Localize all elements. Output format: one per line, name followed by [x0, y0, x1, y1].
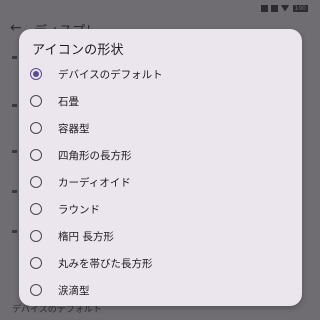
background-fragment: [12, 104, 17, 107]
option-label: 容器型: [58, 122, 90, 135]
icon-shape-dialog: アイコンの形状 デバイスのデフォルト 石畳 容器型 四角形の長方形 カーディオイ…: [19, 29, 302, 306]
wifi-icon: [280, 4, 290, 12]
option-label: 涙滴型: [58, 284, 90, 297]
option-rounded-rectangle[interactable]: 丸みを帯びた長方形: [19, 250, 302, 276]
option-label: 四角形の長方形: [58, 149, 132, 162]
radio-unselected-icon[interactable]: [30, 284, 42, 296]
radio-unselected-icon[interactable]: [30, 176, 42, 188]
radio-unselected-icon[interactable]: [30, 230, 42, 242]
option-teardrop[interactable]: 涙滴型: [19, 277, 302, 303]
option-ellipse-rectangle[interactable]: 楕円 長方形: [19, 223, 302, 249]
background-fragment: [12, 150, 17, 153]
option-label: 石畳: [58, 95, 79, 108]
radio-unselected-icon[interactable]: [30, 122, 42, 134]
signal-icon: [270, 4, 278, 12]
vibrate-icon: [260, 4, 268, 12]
background-fragment: [12, 190, 17, 193]
radio-unselected-icon[interactable]: [30, 203, 42, 215]
option-label: 丸みを帯びた長方形: [58, 257, 153, 270]
option-device-default[interactable]: デバイスのデフォルト: [19, 61, 302, 87]
option-cobblestone[interactable]: 石畳: [19, 88, 302, 114]
dialog-title: アイコンの形状: [32, 43, 124, 58]
radio-selected-icon[interactable]: [30, 68, 42, 80]
option-cardioid[interactable]: カーディオイド: [19, 169, 302, 195]
background-fragment: [12, 230, 17, 233]
option-label: デバイスのデフォルト: [58, 68, 163, 81]
option-vessel[interactable]: 容器型: [19, 115, 302, 141]
radio-unselected-icon[interactable]: [30, 257, 42, 269]
status-bar: 100: [0, 0, 320, 16]
background-fragment: [12, 56, 17, 59]
option-label: 楕円 長方形: [58, 230, 114, 243]
option-squircle[interactable]: 四角形の長方形: [19, 142, 302, 168]
radio-unselected-icon[interactable]: [30, 149, 42, 161]
radio-unselected-icon[interactable]: [30, 95, 42, 107]
option-label: カーディオイド: [58, 176, 131, 189]
option-round[interactable]: ラウンド: [19, 196, 302, 222]
battery-icon: 100: [292, 4, 308, 12]
option-label: ラウンド: [58, 203, 100, 216]
